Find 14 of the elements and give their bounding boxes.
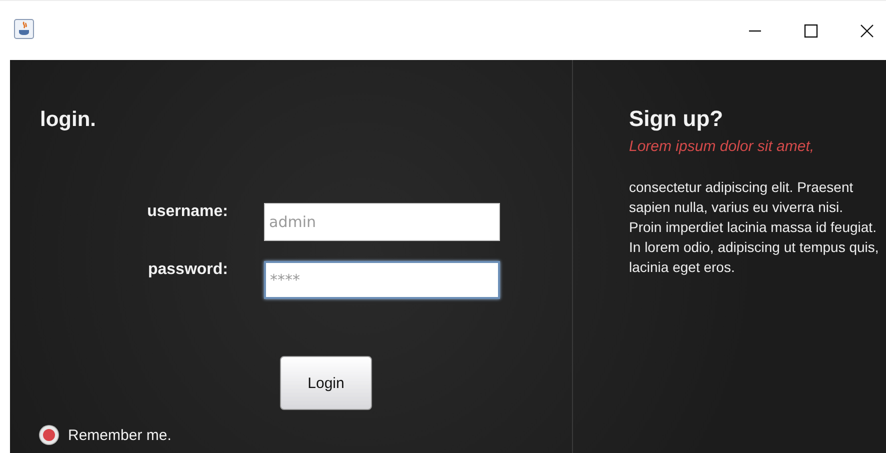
radio-button[interactable] <box>40 426 58 444</box>
signup-title: Sign up? <box>629 106 724 132</box>
input-field[interactable]: admin <box>264 203 500 241</box>
maximize-icon[interactable] <box>804 24 818 38</box>
cup-icon <box>14 18 34 38</box>
field-label: username: <box>147 203 228 221</box>
remember-label: Remember me. <box>68 426 172 444</box>
input-field[interactable]: **** <box>264 261 500 299</box>
close-icon[interactable] <box>860 24 874 38</box>
login-title: login. <box>40 108 97 132</box>
description-text: consectetur adipiscing elit. Praesent sapien nulla, varius eu viverra nisi. Proin imperdiet lacinia massa id feugiat. In lorem odio, adipiscing ut tempus quis, lacinia eget eros. <box>629 178 879 277</box>
login-button[interactable]: Login <box>280 356 372 410</box>
tagline: Lorem ipsum dolor sit amet, <box>629 138 816 155</box>
field-label: password: <box>148 261 228 279</box>
